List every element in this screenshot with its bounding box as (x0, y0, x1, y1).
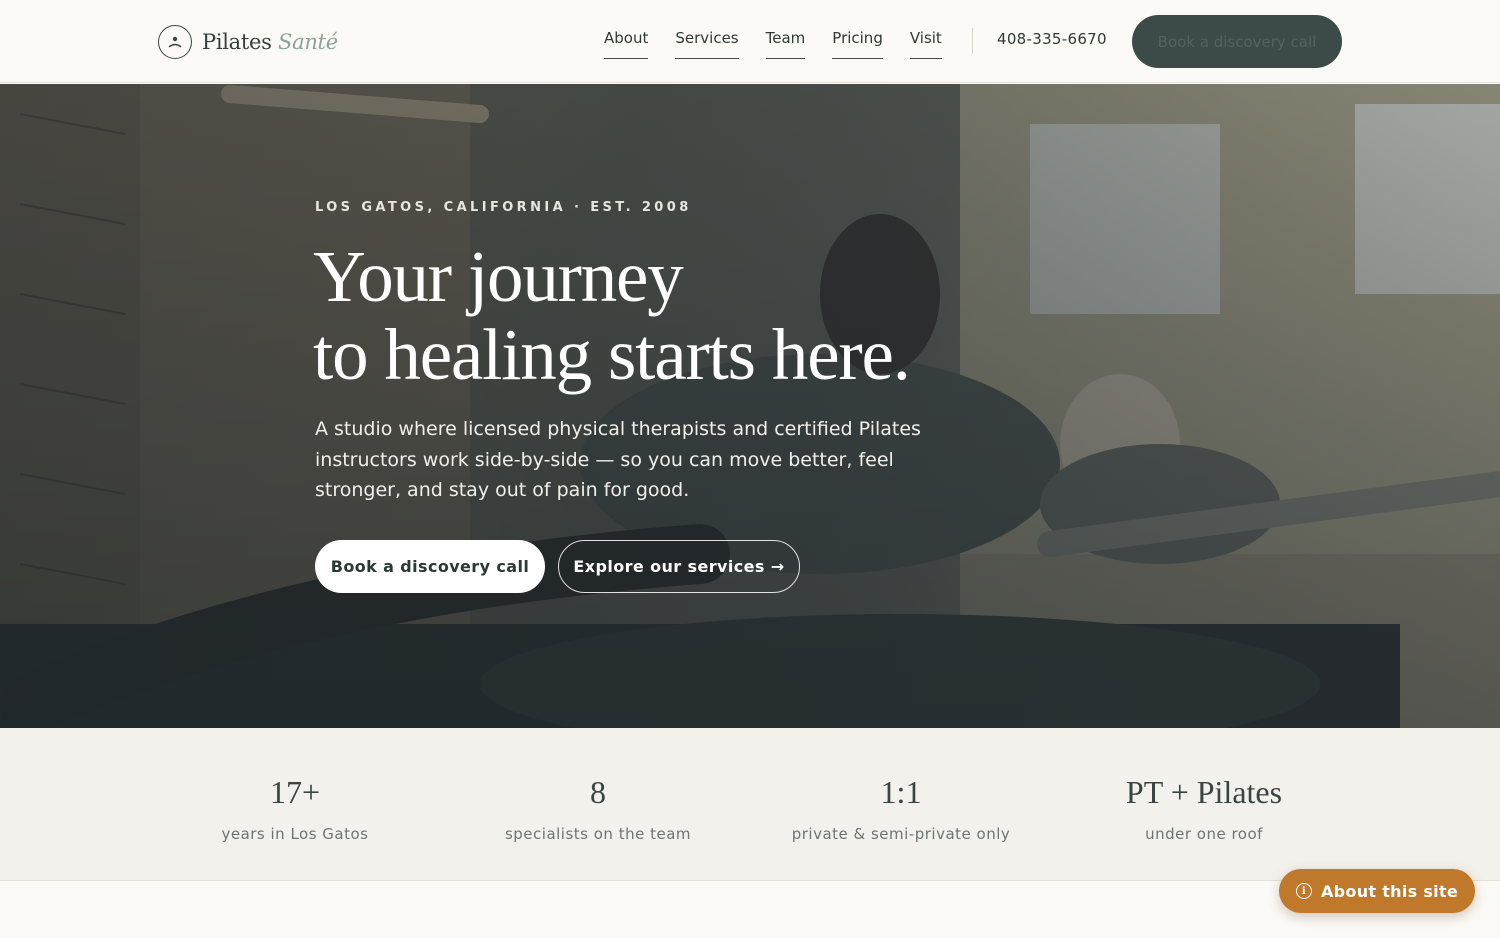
nav-item-team[interactable]: Team (765, 28, 806, 59)
nav-item-services[interactable]: Services (675, 28, 739, 59)
about-this-site-button[interactable]: i About this site (1279, 869, 1475, 913)
nav-item-visit[interactable]: Visit (909, 28, 942, 59)
person-circle-icon (158, 25, 192, 59)
explore-services-button[interactable]: Explore our services → (558, 540, 800, 593)
hero-overlay (0, 84, 1500, 728)
stat-label: private & semi-private only (791, 825, 1011, 843)
hero-section: LOS GATOS, CALIFORNIA · EST. 2008 Your j… (0, 84, 1500, 728)
stat-label: specialists on the team (504, 825, 692, 843)
stat-value: 1:1 (880, 774, 922, 810)
hero-title: Your journey to healing starts here. (313, 238, 1013, 394)
stat-pt-pilates: PT + Pilates under one roof (1054, 773, 1354, 843)
stats-bar: 17+ years in Los Gatos 8 specialists on … (0, 728, 1500, 881)
hero-eyebrow: LOS GATOS, CALIFORNIA · EST. 2008 (315, 200, 692, 215)
hero-subtitle: A studio where licensed physical therapi… (315, 418, 921, 501)
stat-value: PT + Pilates (1125, 774, 1283, 810)
stat-label: under one roof (1145, 825, 1263, 843)
header-book-button[interactable]: Book a discovery call (1132, 15, 1342, 68)
stat-value: 17+ (269, 774, 321, 810)
nav-item-pricing[interactable]: Pricing (832, 28, 883, 59)
stat-specialists: 8 specialists on the team (448, 773, 748, 843)
about-this-site-label: About this site (1320, 881, 1459, 901)
hero-title-line-2: to healing starts here. (313, 314, 911, 395)
nav-divider (972, 28, 973, 54)
brand-accent: Santé (278, 30, 338, 54)
stat-private: 1:1 private & semi-private only (751, 773, 1051, 843)
nav-item-about[interactable]: About (604, 28, 649, 59)
site-header: Pilates Santé About Services Team Pricin… (0, 0, 1500, 83)
stat-value: 8 (590, 774, 606, 810)
main-nav: About Services Team Pricing Visit (604, 28, 942, 60)
stat-label: years in Los Gatos (221, 825, 369, 843)
brand-name: Pilates Santé (202, 30, 338, 54)
hero-title-line-1: Your journey (313, 236, 684, 317)
brand-logo[interactable]: Pilates Santé (158, 24, 338, 60)
stat-years: 17+ years in Los Gatos (145, 773, 445, 843)
book-discovery-call-button[interactable]: Book a discovery call (315, 540, 545, 593)
phone-link[interactable]: 408-335-6670 (997, 30, 1107, 48)
info-icon: i (1295, 883, 1312, 899)
